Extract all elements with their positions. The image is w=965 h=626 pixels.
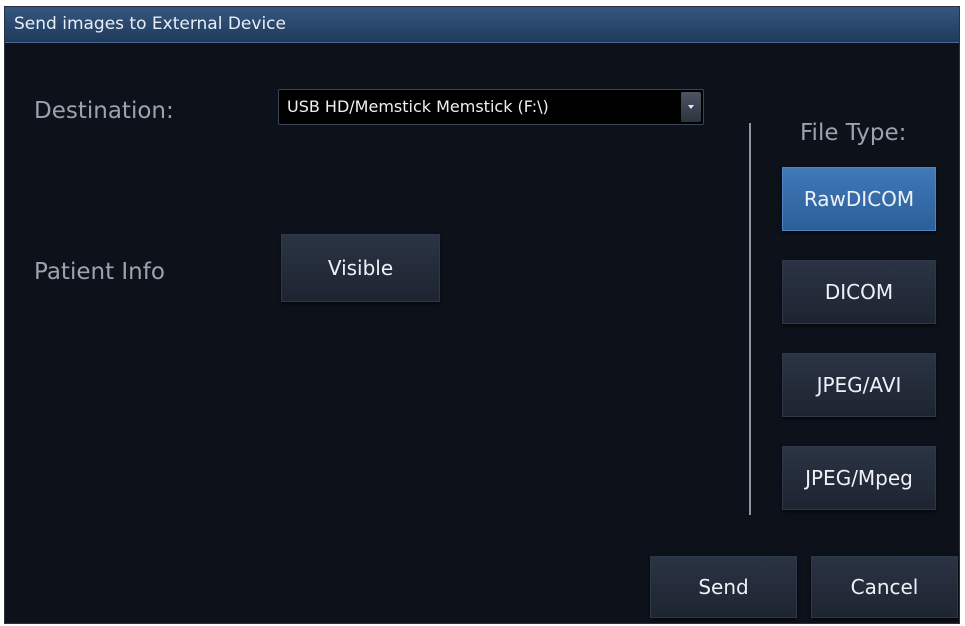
send-button-label: Send <box>698 575 749 599</box>
patient-info-visible-button[interactable]: Visible <box>281 234 440 302</box>
send-images-dialog: Send images to External Device Destinati… <box>4 6 960 624</box>
chevron-down-icon[interactable] <box>681 92 701 122</box>
cancel-button-label: Cancel <box>850 575 919 599</box>
cancel-button[interactable]: Cancel <box>811 556 958 618</box>
dialog-title: Send images to External Device <box>14 14 286 34</box>
patient-info-label: Patient Info <box>34 259 165 285</box>
title-bar: Send images to External Device <box>5 7 959 43</box>
vertical-divider <box>749 123 751 515</box>
file-type-jpeg-mpeg-button[interactable]: JPEG/Mpeg <box>782 446 936 510</box>
destination-select[interactable]: USB HD/Memstick Memstick (F:\) <box>278 89 704 125</box>
destination-label: Destination: <box>34 98 174 124</box>
file-type-jpeg-mpeg-label: JPEG/Mpeg <box>805 466 913 490</box>
send-button[interactable]: Send <box>650 556 797 618</box>
file-type-rawdicom-label: RawDICOM <box>803 187 915 211</box>
destination-value: USB HD/Memstick Memstick (F:\) <box>287 97 549 116</box>
file-type-dicom-label: DICOM <box>824 280 894 304</box>
patient-info-visible-label: Visible <box>327 256 394 280</box>
file-type-jpeg-avi-button[interactable]: JPEG/AVI <box>782 353 936 417</box>
file-type-dicom-button[interactable]: DICOM <box>782 260 936 324</box>
file-type-rawdicom-button[interactable]: RawDICOM <box>782 167 936 231</box>
file-type-jpeg-avi-label: JPEG/AVI <box>816 373 902 397</box>
file-type-label: File Type: <box>800 120 907 146</box>
